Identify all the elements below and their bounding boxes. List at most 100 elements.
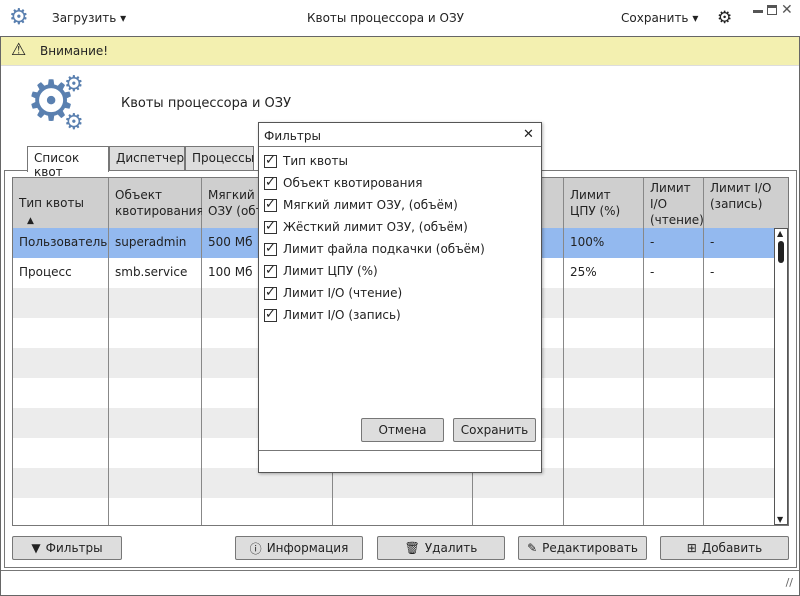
checkbox-checked-icon[interactable]: ✓ (264, 198, 277, 212)
info-button[interactable]: ⓘ Информация (235, 536, 363, 560)
cell-cpu: 25% (564, 258, 644, 288)
filter-option-label: Объект квотирования (283, 176, 423, 190)
filter-option[interactable]: ✓ Лимит файла подкачки (объём) (264, 242, 485, 256)
cell-io-write: - (710, 235, 715, 249)
column-divider (108, 468, 109, 498)
cell-type: Пользователь (13, 228, 109, 258)
page-title: Квоты процессора и ОЗУ (121, 96, 292, 111)
col-header-io-write[interactable]: Лимит I/O (запись) (704, 178, 788, 228)
column-divider (108, 498, 109, 525)
tab-processes[interactable]: Процессы (185, 146, 254, 171)
filter-option[interactable]: ✓ Лимит I/O (чтение) (264, 286, 402, 300)
resize-grip-icon[interactable]: // (786, 576, 793, 589)
scroll-up-icon[interactable]: ▲ (777, 229, 783, 238)
close-icon[interactable]: ✕ (781, 2, 793, 18)
checkbox-checked-icon[interactable]: ✓ (264, 242, 277, 256)
plus-box-icon: ⊞ (686, 541, 697, 555)
info-label: Информация (266, 541, 349, 555)
filter-icon: ▼ (31, 541, 41, 555)
column-divider (563, 378, 564, 408)
col-header-type[interactable]: Тип квоты ▲ (13, 178, 109, 228)
vertical-scrollbar[interactable]: ▲ ▼ (774, 228, 788, 525)
column-divider (643, 468, 644, 498)
add-button[interactable]: ⊞ Добавить (660, 536, 789, 560)
col-header-cpu[interactable]: Лимит ЦПУ (%) (564, 178, 644, 228)
cell-io-read: - (644, 228, 704, 258)
filters-button[interactable]: ▼ Фильтры (12, 536, 122, 560)
filter-option[interactable]: ✓ Мягкий лимит ОЗУ, (объём) (264, 198, 458, 212)
column-divider (563, 468, 564, 498)
dialog-title: Фильтры (264, 129, 321, 143)
tab-quota-list[interactable]: Список квот (27, 146, 109, 179)
cell-io-write: - (710, 265, 715, 279)
info-icon: ⓘ (249, 541, 262, 556)
checkbox-checked-icon[interactable]: ✓ (264, 308, 277, 322)
column-divider (563, 498, 564, 525)
column-divider (703, 468, 704, 498)
column-divider (703, 378, 704, 408)
column-divider (108, 318, 109, 348)
filter-option[interactable]: ✓ Лимит ЦПУ (%) (264, 264, 378, 278)
column-divider (563, 438, 564, 468)
edit-label: Редактировать (542, 541, 638, 555)
column-divider (201, 498, 202, 525)
filter-option-label: Тип квоты (283, 154, 348, 168)
column-divider (201, 378, 202, 408)
column-divider (703, 408, 704, 438)
checkbox-checked-icon[interactable]: ✓ (264, 154, 277, 168)
filter-option[interactable]: ✓ Жёсткий лимит ОЗУ, (объём) (264, 220, 468, 234)
load-menu[interactable]: Загрузить ▾ (52, 11, 126, 25)
edit-button[interactable]: ✎ Редактировать (518, 536, 647, 560)
cell-object: superadmin (109, 228, 202, 258)
column-divider (201, 468, 202, 498)
delete-button[interactable]: 🗑 Удалить (377, 536, 505, 560)
column-divider (108, 438, 109, 468)
column-divider (108, 348, 109, 378)
tab-dispatcher[interactable]: Диспетчер (109, 146, 185, 171)
checkbox-checked-icon[interactable]: ✓ (264, 220, 277, 234)
col-label: Тип квоты (19, 196, 84, 210)
save-menu[interactable]: Сохранить ▾ (621, 11, 698, 25)
cell-object: smb.service (109, 258, 202, 288)
settings-gear-icon[interactable]: ⚙ (717, 8, 732, 28)
filters-dialog: Фильтры ✕ ✓ Тип квоты ✓ Объект квотирования… (258, 122, 542, 473)
column-divider (563, 348, 564, 378)
filter-option-label: Лимит I/O (запись) (283, 308, 401, 322)
col-header-io-read[interactable]: Лимит I/O (чтение) (644, 178, 704, 228)
column-divider (563, 408, 564, 438)
maximize-icon[interactable] (767, 5, 777, 15)
filter-option[interactable]: ✓ Объект квотирования (264, 176, 422, 190)
trash-icon: 🗑 (404, 541, 420, 555)
filter-option-label: Жёсткий лимит ОЗУ, (объём) (283, 220, 468, 234)
checkbox-checked-icon[interactable]: ✓ (264, 286, 277, 300)
dialog-close-icon[interactable]: ✕ (523, 127, 534, 142)
load-label: Загрузить (52, 11, 117, 25)
scroll-thumb[interactable] (778, 241, 784, 263)
checkbox-checked-icon[interactable]: ✓ (264, 264, 277, 278)
cell-io-read: - (644, 258, 704, 288)
column-divider (201, 408, 202, 438)
column-divider (332, 498, 333, 525)
edit-icon: ✎ (527, 541, 538, 555)
filter-option[interactable]: ✓ Тип квоты (264, 154, 348, 168)
filter-option-label: Лимит файла подкачки (объём) (283, 242, 485, 256)
status-bar: // (1, 570, 799, 595)
col-header-object[interactable]: Объект квотирования (109, 178, 204, 228)
dialog-save-button[interactable]: Сохранить (453, 418, 536, 442)
filter-option-label: Лимит I/O (чтение) (283, 286, 403, 300)
filters-label: Фильтры (45, 541, 103, 555)
warning-banner: ⚠ Внимание! (1, 37, 799, 66)
empty-table-row (13, 498, 774, 525)
sort-asc-icon: ▲ (27, 216, 34, 226)
small-gear-icon: ⚙ (64, 72, 84, 97)
column-divider (703, 498, 704, 525)
cancel-button[interactable]: Отмена (361, 418, 444, 442)
small-gear-icon: ⚙ (64, 110, 84, 135)
scroll-down-icon[interactable]: ▼ (777, 515, 783, 524)
minimize-icon[interactable] (753, 10, 763, 13)
checkbox-checked-icon[interactable]: ✓ (264, 176, 277, 190)
dialog-title-bar: Фильтры ✕ (259, 123, 541, 147)
column-divider (563, 318, 564, 348)
column-divider (643, 348, 644, 378)
filter-option[interactable]: ✓ Лимит I/O (запись) (264, 308, 401, 322)
